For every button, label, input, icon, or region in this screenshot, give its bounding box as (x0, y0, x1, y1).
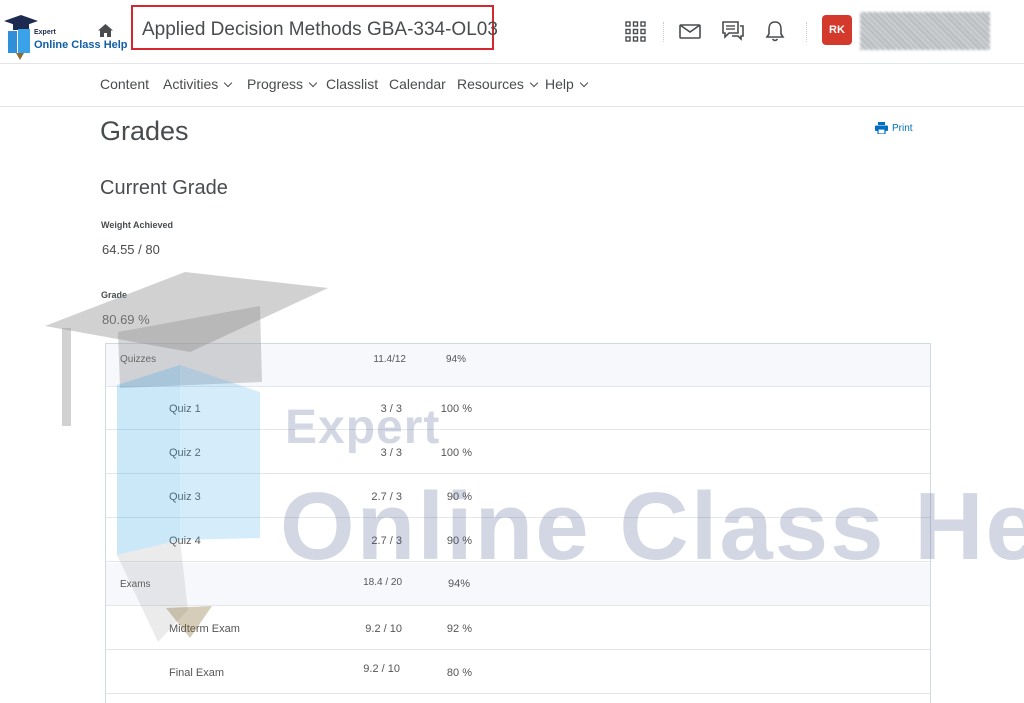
nav-classlist[interactable]: Classlist (326, 76, 378, 92)
course-nav: Content Activities Progress Classlist Ca… (0, 64, 1024, 107)
current-grade-heading: Current Grade (100, 177, 228, 199)
nav-resources[interactable]: Resources (457, 76, 539, 92)
grade-percent: 92 % (446, 623, 472, 635)
watermark-text-line2: Online Class Help (280, 473, 1024, 580)
chevron-down-icon (579, 78, 589, 88)
nav-activities[interactable]: Activities (163, 76, 233, 92)
nav-progress-label: Progress (247, 76, 304, 92)
grade-item-name: Quiz 2 (169, 447, 201, 459)
grade-label: Grade (101, 290, 128, 300)
chevron-down-icon (223, 78, 233, 88)
printer-icon (875, 122, 888, 134)
grade-item-name: Quiz 4 (169, 535, 201, 547)
table-row: Quiz 1 3 / 3 100 % (106, 387, 930, 430)
table-row: Quiz 2 3 / 3 100 % (106, 431, 930, 474)
grade-item-name: Exams (120, 579, 151, 590)
avatar[interactable]: RK (822, 15, 852, 45)
nav-resources-label: Resources (457, 76, 524, 92)
nav-help[interactable]: Help (545, 76, 589, 92)
home-icon[interactable] (98, 24, 113, 37)
print-label: Print (892, 122, 913, 134)
table-row: Midterm Exam 9.2 / 10 92 % (106, 607, 930, 650)
table-row: Quizzes 11.4/12 94% (106, 344, 930, 387)
print-button[interactable]: Print (875, 122, 913, 134)
grade-item-name: Final Exam (169, 667, 225, 679)
grid-icon[interactable] (625, 21, 646, 42)
grade-points: 9.2 / 10 (363, 663, 400, 675)
grade-percent: 80 % (446, 667, 472, 679)
watermark-text-line1: Expert (285, 401, 441, 454)
nav-content[interactable]: Content (100, 76, 149, 92)
nav-activities-label: Activities (163, 76, 219, 92)
top-header: Expert Online Class Help Applied Decisio… (0, 0, 1024, 64)
logo[interactable]: Expert Online Class Help (4, 13, 128, 63)
course-title[interactable]: Applied Decision Methods GBA-334-OL03 (142, 19, 498, 41)
mail-icon[interactable] (679, 24, 701, 39)
grade-item-name: Quiz 1 (169, 403, 201, 415)
grade-item-name: Quizzes (120, 354, 157, 365)
grade-value: 80.69 % (102, 312, 150, 327)
nav-classlist-label: Classlist (326, 76, 379, 92)
nav-progress[interactable]: Progress (247, 76, 318, 92)
grade-percent: 94% (445, 354, 466, 365)
weight-achieved-value: 64.55 / 80 (102, 242, 160, 257)
logo-line1: Expert (34, 29, 56, 36)
table-row: Final Exam 9.2 / 10 80 % (106, 651, 930, 694)
grade-points: 9.2 / 10 (365, 623, 402, 635)
chat-icon[interactable] (721, 20, 744, 42)
grade-points: 11.4/12 (373, 354, 406, 365)
header-separator (806, 22, 807, 42)
chevron-down-icon (529, 78, 539, 88)
weight-achieved-label: Weight Achieved (101, 220, 174, 230)
nav-content-label: Content (100, 76, 150, 92)
page-title: Grades (100, 116, 189, 146)
grade-item-name: Midterm Exam (169, 623, 240, 635)
logo-line2: Online Class Help (34, 39, 128, 51)
nav-help-label: Help (545, 76, 574, 92)
bell-icon[interactable] (765, 20, 785, 42)
nav-calendar-label: Calendar (389, 76, 446, 92)
chevron-down-icon (308, 78, 318, 88)
username-redacted[interactable] (860, 12, 990, 50)
grade-item-name: Quiz 3 (169, 491, 201, 503)
graduation-cap-icon (4, 15, 38, 60)
nav-calendar[interactable]: Calendar (389, 76, 446, 92)
header-separator (663, 22, 664, 42)
